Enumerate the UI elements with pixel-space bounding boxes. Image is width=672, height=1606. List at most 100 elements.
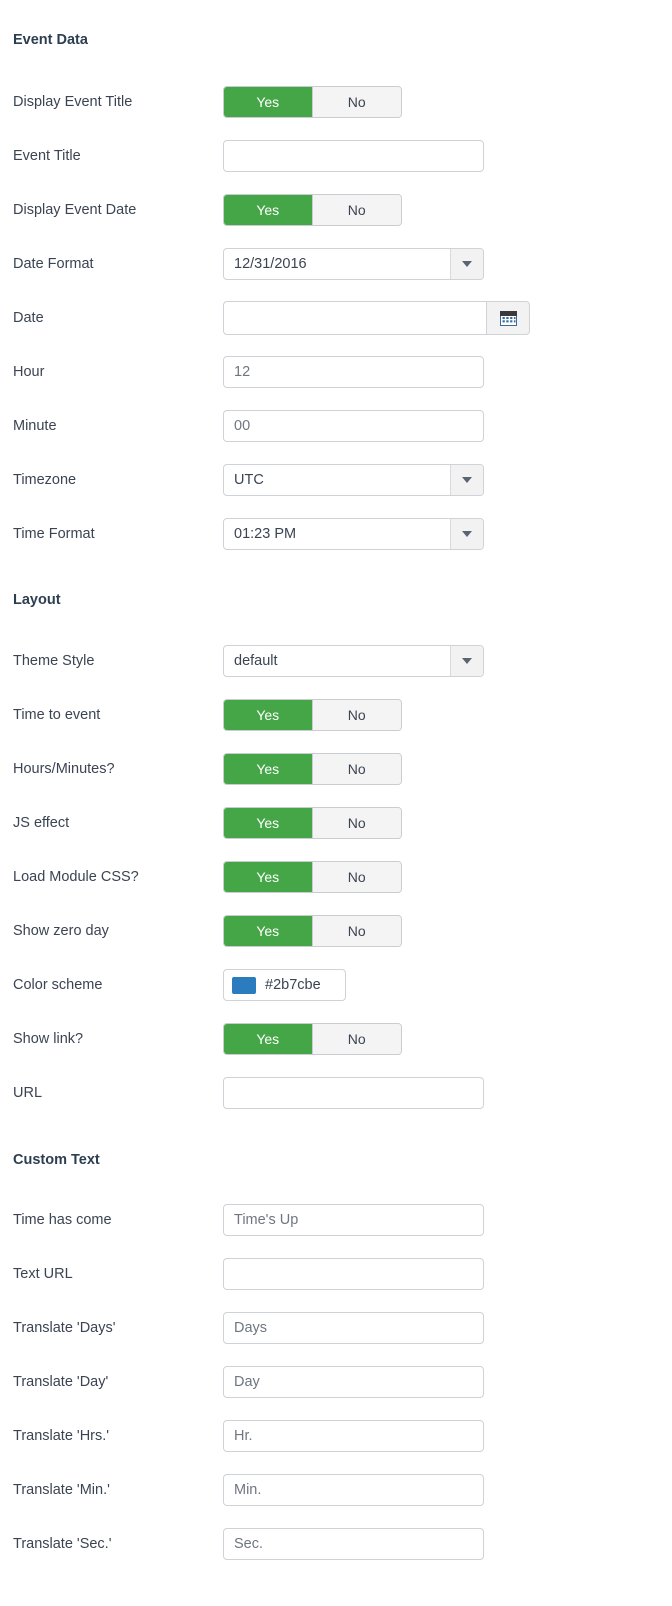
timezone-select[interactable]: UTC [223,464,484,496]
label-theme-style: Theme Style [13,653,95,669]
label-time-format: Time Format [13,526,95,542]
toggle-no-option[interactable]: No [312,700,401,730]
row-hour: Hour [0,356,484,388]
toggle-hours-minutes[interactable]: Yes No [223,753,402,785]
label-time-has-come: Time has come [13,1212,112,1228]
toggle-display-event-date[interactable]: Yes No [223,194,402,226]
row-text-url: Text URL [0,1258,484,1290]
timezone-dropdown-button[interactable] [450,465,483,495]
toggle-js-effect[interactable]: Yes No [223,807,402,839]
calendar-picker-button[interactable] [486,301,530,335]
label-date-format: Date Format [13,256,94,272]
toggle-no-option[interactable]: No [312,1024,401,1054]
date-format-select[interactable]: 12/31/2016 [223,248,484,280]
control-translate-days [223,1312,484,1344]
toggle-no-option[interactable]: No [312,87,401,117]
date-input[interactable] [223,301,486,335]
toggle-no-option[interactable]: No [312,754,401,784]
control-show-link: Yes No [223,1023,402,1055]
control-translate-sec [223,1528,484,1560]
section-heading-layout: Layout [13,592,61,608]
translate-min-input[interactable] [223,1474,484,1506]
control-theme-style: default [223,645,484,677]
row-translate-sec: Translate 'Sec.' [0,1528,484,1560]
label-hours-minutes: Hours/Minutes? [13,761,115,777]
row-event-title: Event Title [0,140,484,172]
toggle-time-to-event[interactable]: Yes No [223,699,402,731]
calendar-icon [499,310,517,326]
control-time-to-event: Yes No [223,699,402,731]
toggle-yes-option[interactable]: Yes [224,754,313,784]
row-date: Date [0,301,530,335]
section-heading-custom-text: Custom Text [13,1152,100,1168]
event-title-input[interactable] [223,140,484,172]
toggle-load-module-css[interactable]: Yes No [223,861,402,893]
row-time-to-event: Time to event Yes No [0,699,402,731]
control-minute [223,410,484,442]
label-translate-sec: Translate 'Sec.' [13,1536,112,1552]
row-translate-day: Translate 'Day' [0,1366,484,1398]
toggle-show-link[interactable]: Yes No [223,1023,402,1055]
row-translate-hrs: Translate 'Hrs.' [0,1420,484,1452]
control-translate-hrs [223,1420,484,1452]
row-theme-style: Theme Style default [0,645,484,677]
row-js-effect: JS effect Yes No [0,807,402,839]
label-url: URL [13,1085,43,1101]
toggle-yes-option[interactable]: Yes [224,862,313,892]
translate-hrs-input[interactable] [223,1420,484,1452]
toggle-yes-option[interactable]: Yes [224,700,313,730]
time-has-come-input[interactable] [223,1204,484,1236]
row-load-module-css: Load Module CSS? Yes No [0,861,402,893]
toggle-no-option[interactable]: No [312,808,401,838]
label-translate-day: Translate 'Day' [13,1374,109,1390]
toggle-show-zero-day[interactable]: Yes No [223,915,402,947]
minute-input[interactable] [223,410,484,442]
control-show-zero-day: Yes No [223,915,402,947]
control-timezone: UTC [223,464,484,496]
label-load-module-css: Load Module CSS? [13,869,139,885]
chevron-down-icon [462,477,472,483]
color-scheme-picker[interactable]: #2b7cbe [223,969,346,1001]
text-url-input[interactable] [223,1258,484,1290]
time-format-select[interactable]: 01:23 PM [223,518,484,550]
label-show-zero-day: Show zero day [13,923,109,939]
label-translate-hrs: Translate 'Hrs.' [13,1428,110,1444]
toggle-yes-option[interactable]: Yes [224,195,313,225]
toggle-no-option[interactable]: No [312,195,401,225]
toggle-yes-option[interactable]: Yes [224,1024,313,1054]
control-load-module-css: Yes No [223,861,402,893]
row-color-scheme: Color scheme #2b7cbe [0,969,346,1001]
toggle-display-event-title[interactable]: Yes No [223,86,402,118]
hour-input[interactable] [223,356,484,388]
translate-day-input[interactable] [223,1366,484,1398]
row-date-format: Date Format 12/31/2016 [0,248,484,280]
theme-style-dropdown-button[interactable] [450,646,483,676]
toggle-yes-option[interactable]: Yes [224,916,313,946]
control-time-format: 01:23 PM [223,518,484,550]
label-text-url: Text URL [13,1266,73,1282]
label-timezone: Timezone [13,472,77,488]
toggle-yes-option[interactable]: Yes [224,808,313,838]
section-heading-event-data: Event Data [13,32,88,48]
translate-days-input[interactable] [223,1312,484,1344]
label-color-scheme: Color scheme [13,977,103,993]
toggle-yes-option[interactable]: Yes [224,87,313,117]
url-input[interactable] [223,1077,484,1109]
label-date: Date [13,310,44,326]
control-url [223,1077,484,1109]
control-js-effect: Yes No [223,807,402,839]
control-translate-min [223,1474,484,1506]
color-swatch[interactable] [232,976,256,994]
label-display-event-title: Display Event Title [13,94,133,110]
control-display-event-date: Yes No [223,194,402,226]
toggle-no-option[interactable]: No [312,862,401,892]
date-format-selected-value: 12/31/2016 [234,256,307,272]
label-hour: Hour [13,364,45,380]
theme-style-select[interactable]: default [223,645,484,677]
label-js-effect: JS effect [13,815,70,831]
date-format-dropdown-button[interactable] [450,249,483,279]
time-format-dropdown-button[interactable] [450,519,483,549]
label-translate-days: Translate 'Days' [13,1320,116,1336]
toggle-no-option[interactable]: No [312,916,401,946]
translate-sec-input[interactable] [223,1528,484,1560]
